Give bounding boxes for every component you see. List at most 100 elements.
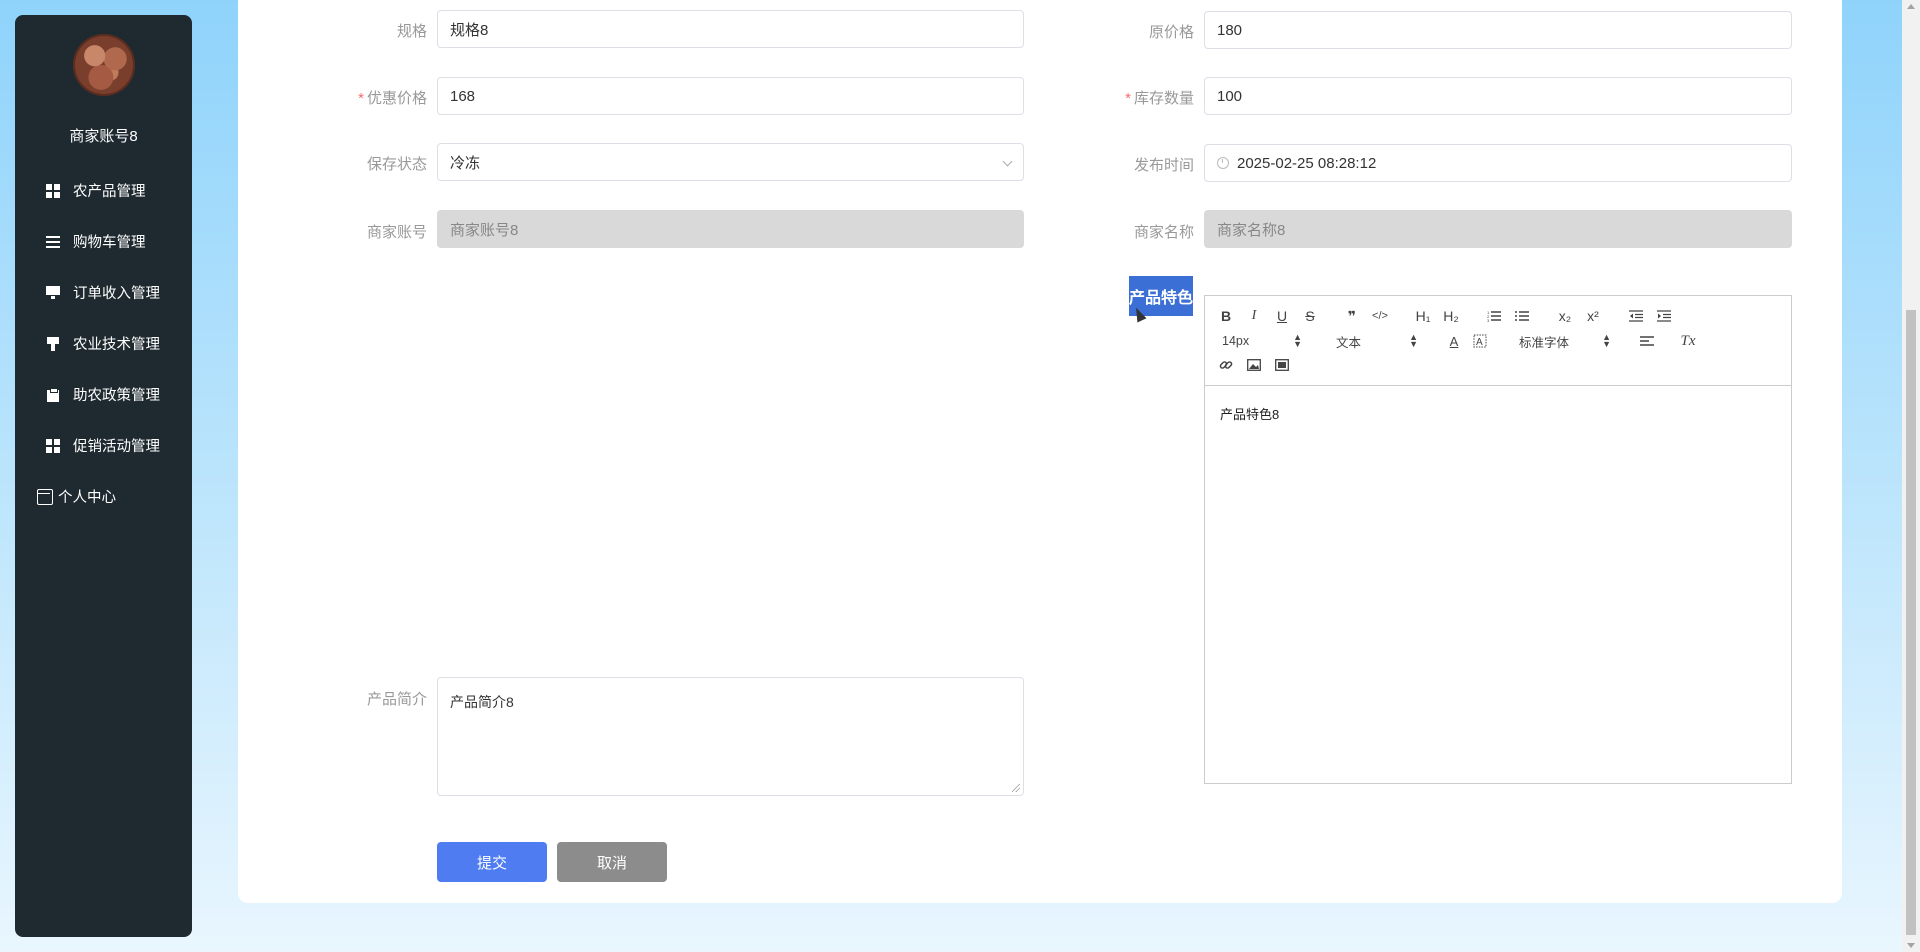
grid-icon xyxy=(46,183,60,198)
discount-price-label-text: 优惠价格 xyxy=(366,90,427,107)
scrollbar-thumb[interactable] xyxy=(1906,310,1916,935)
editor-content[interactable]: 产品特色8 xyxy=(1205,386,1791,441)
features-editor[interactable]: B I U S ❞ </> H₁ H₂ 123 x₂ x² 14px ▲ ▼ 文本… xyxy=(1204,295,1792,784)
original-price-label: 原价格 xyxy=(1148,24,1194,41)
intro-textarea[interactable]: 产品简介8 xyxy=(437,677,1024,796)
page-scrollbar[interactable] xyxy=(1902,0,1920,952)
intro-label: 产品简介 xyxy=(366,691,427,708)
clipboard-icon xyxy=(46,387,60,402)
sidebar-item-label: 购物车管理 xyxy=(73,235,146,251)
card-icon xyxy=(37,488,53,505)
clock-icon xyxy=(1217,157,1229,169)
merchant-account-placeholder: 商家账号8 xyxy=(450,221,519,239)
brush-icon xyxy=(46,336,60,351)
indent-icon[interactable] xyxy=(1655,307,1673,325)
storage-label: 保存状态 xyxy=(366,156,427,173)
discount-price-input[interactable]: 168 xyxy=(437,77,1024,115)
spec-value: 规格8 xyxy=(450,21,489,39)
publish-time-label: 发布时间 xyxy=(1133,157,1194,174)
merchant-name-label: 商家名称 xyxy=(1133,224,1194,241)
font-color-icon[interactable]: A xyxy=(1445,332,1463,350)
subscript-icon[interactable]: x₂ xyxy=(1556,307,1574,325)
sidebar-item-personal[interactable]: 个人中心 xyxy=(15,471,192,522)
sidebar-item-label: 订单收入管理 xyxy=(73,286,160,302)
scroll-up-icon[interactable] xyxy=(1907,4,1915,9)
original-price-value: 180 xyxy=(1217,21,1243,39)
monitor-icon xyxy=(46,285,60,300)
bullet-list-icon[interactable] xyxy=(1513,307,1531,325)
grid-icon xyxy=(46,438,60,453)
heading-select[interactable]: 文本 ▲ ▼ xyxy=(1336,332,1418,350)
publish-time-value: 2025-02-25 08:28:12 xyxy=(1237,154,1377,172)
sidebar-item-label: 促销活动管理 xyxy=(73,439,160,455)
sidebar-item-label: 个人中心 xyxy=(58,490,116,506)
sidebar-item-promotion[interactable]: 促销活动管理 xyxy=(15,420,192,471)
outdent-icon[interactable] xyxy=(1627,307,1645,325)
svg-text:A: A xyxy=(1476,337,1483,348)
image-icon[interactable] xyxy=(1245,356,1263,374)
underline-icon[interactable]: U xyxy=(1273,307,1291,325)
original-price-input[interactable]: 180 xyxy=(1204,11,1792,49)
merchant-account-label: 商家账号 xyxy=(366,224,427,241)
background-color-icon[interactable]: A xyxy=(1471,332,1489,350)
bold-icon[interactable]: B xyxy=(1217,307,1235,325)
spec-label: 规格 xyxy=(396,23,427,40)
stock-label: * 库存数量 xyxy=(1074,87,1194,108)
sort-arrows-icon: ▲ ▼ xyxy=(1409,332,1418,349)
merchant-account-input: 商家账号8 xyxy=(437,210,1024,248)
h1-icon[interactable]: H₁ xyxy=(1414,307,1432,325)
stock-value: 100 xyxy=(1217,87,1243,105)
align-icon[interactable] xyxy=(1638,332,1656,350)
sidebar-item-label: 农业技术管理 xyxy=(73,337,160,353)
required-mark: * xyxy=(358,90,364,107)
strike-icon[interactable]: S xyxy=(1301,307,1319,325)
svg-text:3: 3 xyxy=(1487,318,1490,322)
list-icon xyxy=(46,234,60,249)
sidebar-username: 商家账号8 xyxy=(69,128,138,145)
publish-time-picker[interactable]: 2025-02-25 08:28:12 xyxy=(1204,144,1792,182)
cancel-button[interactable]: 取消 xyxy=(557,842,667,882)
ordered-list-icon[interactable]: 123 xyxy=(1485,307,1503,325)
merchant-name-input: 商家名称8 xyxy=(1204,210,1792,248)
sidebar-item-policy[interactable]: 助农政策管理 xyxy=(15,369,192,420)
font-family-select[interactable]: 标准字体 ▲ ▼ xyxy=(1519,332,1611,350)
stock-label-text: 库存数量 xyxy=(1133,90,1194,107)
h2-icon[interactable]: H₂ xyxy=(1442,307,1460,325)
storage-select[interactable]: 冷冻 xyxy=(437,143,1024,181)
required-mark: * xyxy=(1125,90,1131,107)
merchant-name-placeholder: 商家名称8 xyxy=(1217,221,1286,239)
storage-value: 冷冻 xyxy=(450,154,481,172)
scroll-down-icon[interactable] xyxy=(1907,943,1915,948)
resize-handle-icon[interactable] xyxy=(1012,784,1020,792)
sidebar-item-cart[interactable]: 购物车管理 xyxy=(15,216,192,267)
chevron-down-icon xyxy=(1002,156,1013,167)
clear-format-icon[interactable]: Tx xyxy=(1679,332,1697,350)
sort-arrows-icon: ▲ ▼ xyxy=(1293,332,1302,349)
stock-input[interactable]: 100 xyxy=(1204,77,1792,115)
font-family-value: 标准字体 xyxy=(1519,335,1570,350)
quote-icon[interactable]: ❞ xyxy=(1343,307,1361,325)
code-icon[interactable]: </> xyxy=(1371,307,1389,325)
spec-input[interactable]: 规格8 xyxy=(437,10,1024,48)
discount-price-value: 168 xyxy=(450,87,476,105)
sort-arrows-icon: ▲ ▼ xyxy=(1602,332,1611,349)
submit-button[interactable]: 提交 xyxy=(437,842,547,882)
discount-price-label: * 优惠价格 xyxy=(307,87,427,108)
superscript-icon[interactable]: x² xyxy=(1584,307,1602,325)
editor-toolbar: B I U S ❞ </> H₁ H₂ 123 x₂ x² 14px ▲ ▼ 文本… xyxy=(1205,296,1791,386)
sidebar-item-label: 农产品管理 xyxy=(73,184,146,200)
avatar[interactable] xyxy=(73,34,135,96)
sidebar: 商家账号8 农产品管理 购物车管理 订单收入管理 农业技术管理 助农政策管理 促… xyxy=(15,15,192,937)
sidebar-item-label: 助农政策管理 xyxy=(73,388,160,404)
font-size-select[interactable]: 14px ▲ ▼ xyxy=(1222,332,1302,350)
font-size-value: 14px xyxy=(1222,334,1250,348)
sidebar-item-orders[interactable]: 订单收入管理 xyxy=(15,267,192,318)
sidebar-item-tech[interactable]: 农业技术管理 xyxy=(15,318,192,369)
sidebar-menu: 农产品管理 购物车管理 订单收入管理 农业技术管理 助农政策管理 促销活动管理 … xyxy=(15,165,192,522)
italic-icon[interactable]: I xyxy=(1245,307,1263,325)
sidebar-item-products[interactable]: 农产品管理 xyxy=(15,165,192,216)
video-icon[interactable] xyxy=(1273,356,1291,374)
intro-value: 产品简介8 xyxy=(450,694,514,710)
link-icon[interactable] xyxy=(1217,356,1235,374)
heading-value: 文本 xyxy=(1336,335,1362,350)
